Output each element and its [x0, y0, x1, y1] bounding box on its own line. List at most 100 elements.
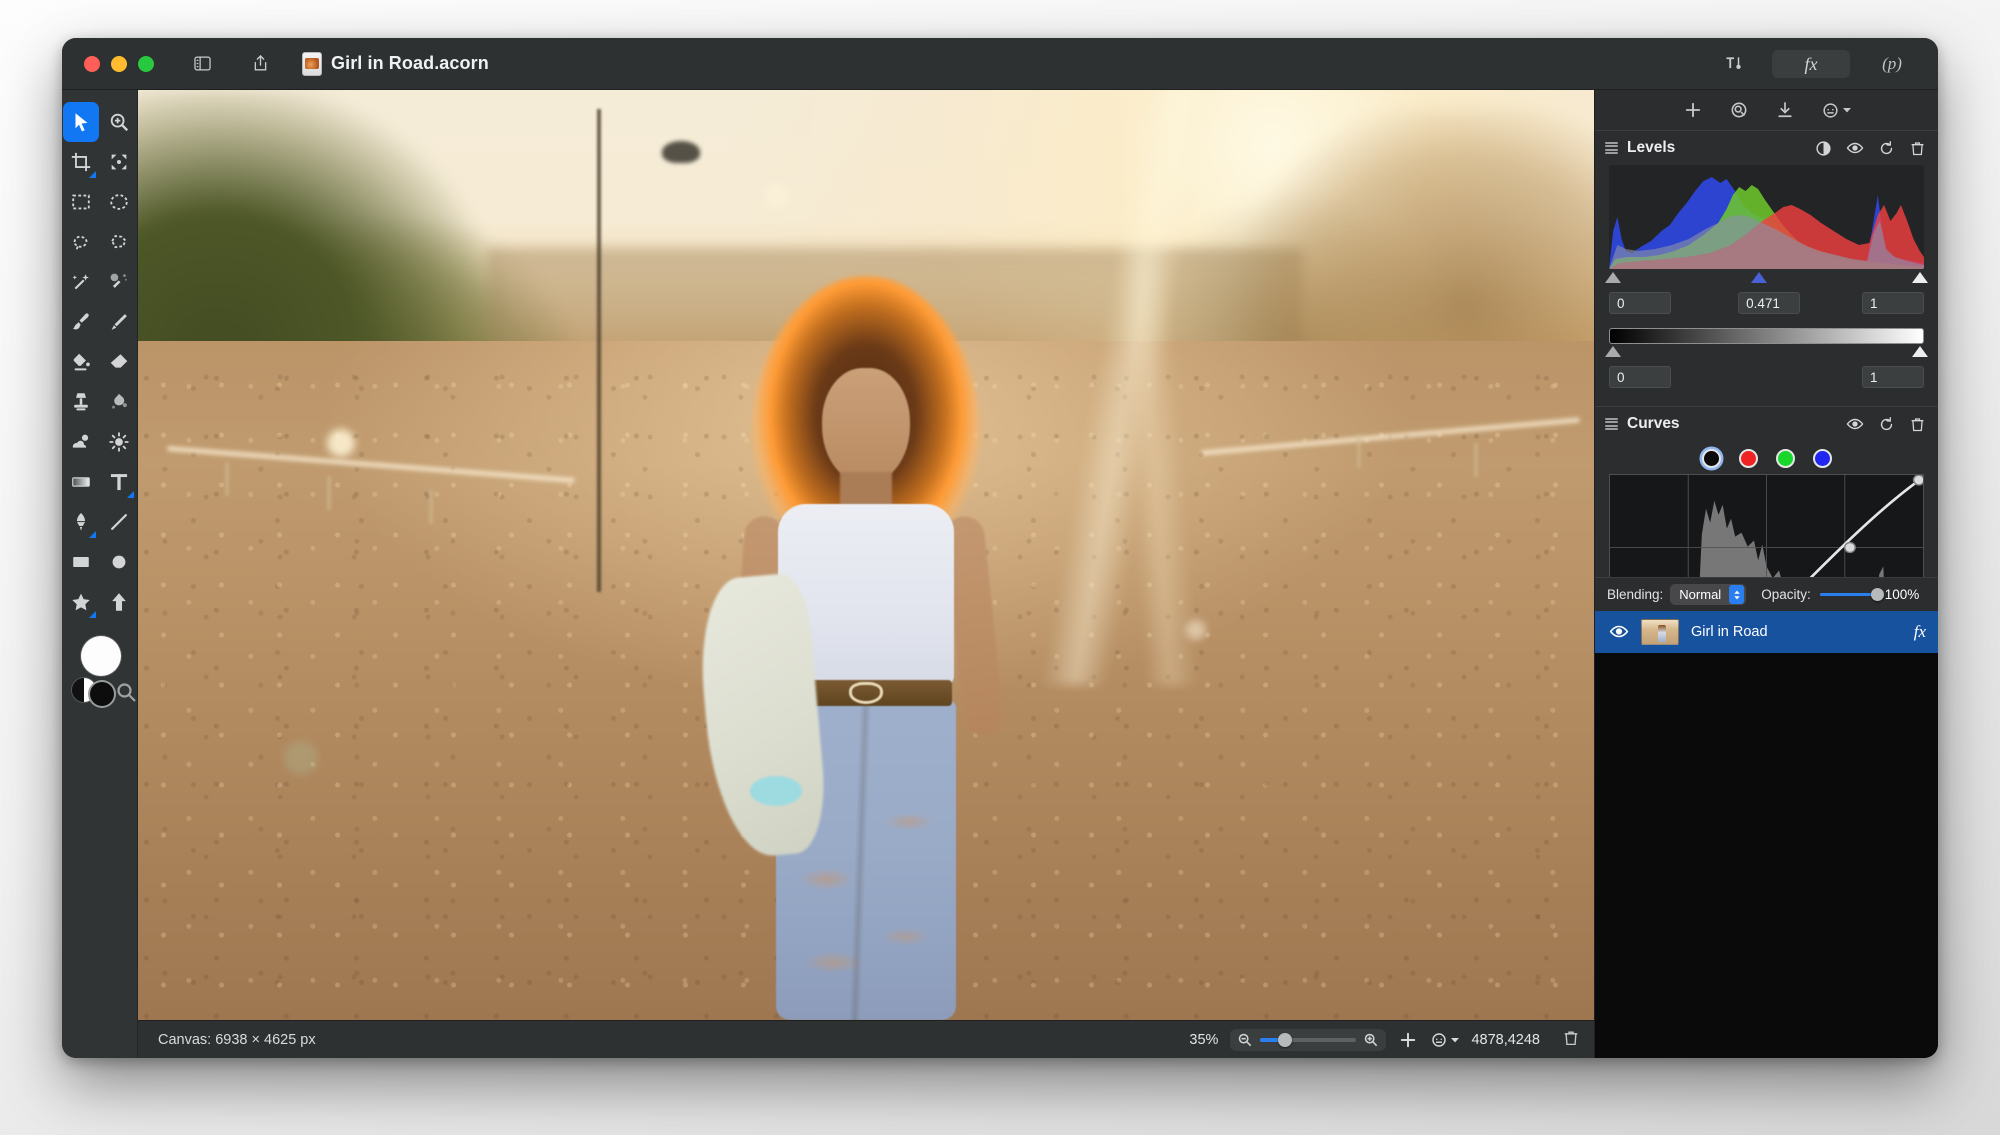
opacity-label: Opacity: — [1761, 587, 1811, 602]
window-controls — [84, 55, 154, 72]
pencil-tool[interactable] — [101, 302, 137, 342]
tool-row — [63, 582, 137, 622]
document-chip[interactable]: Girl in Road.acorn — [302, 51, 489, 76]
eraser-tool[interactable] — [101, 342, 137, 382]
chevron-updown-icon[interactable] — [1729, 585, 1745, 604]
move-tool[interactable] — [62, 102, 99, 142]
background-color-swatch[interactable] — [89, 682, 114, 706]
zoom-slider-track[interactable] — [1260, 1032, 1357, 1047]
fx-button[interactable]: fx — [1772, 50, 1850, 78]
zoom-tool[interactable] — [101, 102, 137, 142]
curves-grid — [1610, 475, 1923, 577]
panel-action-row — [1595, 90, 1938, 130]
channel-green-button[interactable] — [1775, 449, 1795, 468]
opacity-slider-knob[interactable] — [1870, 588, 1884, 601]
levels-white-input[interactable]: 1 — [1862, 292, 1924, 314]
text-tool[interactable] — [101, 462, 137, 502]
line-tool[interactable] — [101, 502, 137, 542]
polygon-lasso-tool[interactable] — [101, 222, 137, 262]
photo-lens-flare — [283, 741, 318, 775]
ellipse-select-tool[interactable] — [101, 182, 137, 222]
ellipse-shape-tool[interactable] — [101, 542, 137, 582]
levels-output-black-input[interactable]: 0 — [1609, 366, 1671, 388]
levels-black-handle[interactable] — [1605, 272, 1621, 283]
minimize-button[interactable] — [111, 55, 127, 72]
arrow-shape-tool[interactable] — [101, 582, 137, 622]
curves-delete-icon[interactable] — [1909, 416, 1926, 433]
crop-tool[interactable] — [63, 142, 99, 182]
curves-reset-icon[interactable] — [1878, 416, 1895, 433]
loupe-icon[interactable] — [114, 680, 138, 704]
blend-mode-select[interactable]: Normal — [1670, 584, 1747, 605]
image-canvas[interactable] — [138, 90, 1594, 1020]
photo-rail-post — [429, 489, 434, 524]
close-button[interactable] — [84, 55, 100, 72]
status-bar: Canvas: 6938 × 4625 px 35% 4878,4248 — [138, 1020, 1594, 1058]
layers-list[interactable]: Girl in Road fx — [1595, 611, 1938, 1058]
levels-gamma-input[interactable]: 0.471 — [1738, 292, 1801, 314]
drag-handle-icon[interactable] — [1605, 418, 1618, 430]
zoom-slider-knob[interactable] — [1277, 1032, 1292, 1047]
sidebar-toggle-icon[interactable] — [186, 50, 218, 78]
blending-label: Blending: — [1607, 587, 1664, 602]
zoom-button[interactable] — [138, 55, 154, 72]
download-icon[interactable] — [1775, 100, 1795, 120]
channel-blue-button[interactable] — [1812, 449, 1832, 468]
page-title: Girl in Road.acorn — [331, 53, 489, 73]
channel-red-button[interactable] — [1738, 449, 1758, 468]
presets-button[interactable]: (p) — [1872, 50, 1912, 78]
levels-output-white-handle[interactable] — [1912, 346, 1928, 357]
layer-options-menu-button[interactable] — [1430, 1031, 1460, 1049]
curves-graph[interactable] — [1609, 474, 1924, 577]
paint-brush-tool[interactable] — [63, 302, 99, 342]
half-circle-icon[interactable] — [1815, 140, 1832, 157]
levels-white-handle[interactable] — [1912, 272, 1928, 283]
target-icon[interactable] — [1729, 100, 1749, 120]
levels-black-input[interactable]: 0 — [1609, 292, 1671, 314]
opacity-slider[interactable] — [1819, 588, 1884, 601]
layer-fx-badge[interactable]: fx — [1914, 622, 1926, 642]
channel-rgb-button[interactable] — [1701, 449, 1721, 468]
levels-histogram[interactable] — [1609, 165, 1924, 269]
drag-handle-icon[interactable] — [1605, 142, 1618, 154]
hammer-tools-icon[interactable] — [1718, 50, 1750, 78]
levels-output-black-handle[interactable] — [1605, 346, 1621, 357]
magic-wand-tool[interactable] — [63, 262, 99, 302]
rectangle-select-tool[interactable] — [63, 182, 99, 222]
bezier-pen-tool[interactable] — [63, 502, 99, 542]
add-layer-button[interactable] — [1398, 1030, 1418, 1050]
curves-visibility-icon[interactable] — [1846, 415, 1864, 433]
transform-tool[interactable] — [101, 142, 137, 182]
levels-output-white-input[interactable]: 1 — [1862, 366, 1924, 388]
smudge-tool[interactable] — [101, 382, 137, 422]
paint-bucket-tool[interactable] — [63, 342, 99, 382]
share-icon[interactable] — [244, 50, 276, 78]
layer-visibility-icon[interactable] — [1609, 624, 1629, 640]
color-swatches — [64, 636, 136, 714]
zoom-slider[interactable] — [1230, 1028, 1387, 1051]
layer-row[interactable]: Girl in Road fx — [1595, 611, 1938, 653]
levels-reset-icon[interactable] — [1878, 140, 1895, 157]
curves-header: Curves — [1595, 407, 1938, 441]
rectangle-shape-tool[interactable] — [63, 542, 99, 582]
window-body: Canvas: 6938 × 4625 px 35% 4878,4248 Lev… — [62, 90, 1938, 1058]
levels-gamma-handle[interactable] — [1750, 272, 1767, 283]
levels-filter-section: Levels 0 0.471 1 0 1 — [1595, 130, 1938, 396]
levels-output-gradient[interactable] — [1609, 328, 1924, 344]
lasso-tool[interactable] — [63, 222, 99, 262]
magnifier-minus-icon[interactable] — [1237, 1032, 1253, 1048]
foreground-color-swatch[interactable] — [80, 636, 121, 676]
instant-alpha-tool[interactable] — [101, 262, 137, 302]
dodge-tool[interactable] — [63, 422, 99, 462]
tool-row — [63, 222, 137, 262]
star-shape-tool[interactable] — [63, 582, 99, 622]
options-menu-icon[interactable] — [1821, 101, 1851, 120]
burn-tool[interactable] — [101, 422, 137, 462]
trash-icon[interactable] — [1562, 1029, 1580, 1051]
gradient-tool[interactable] — [63, 462, 99, 502]
plus-icon[interactable] — [1683, 100, 1703, 120]
levels-delete-icon[interactable] — [1909, 140, 1926, 157]
clone-stamp-tool[interactable] — [63, 382, 99, 422]
levels-visibility-icon[interactable] — [1846, 139, 1864, 157]
magnifier-plus-icon[interactable] — [1363, 1032, 1379, 1048]
